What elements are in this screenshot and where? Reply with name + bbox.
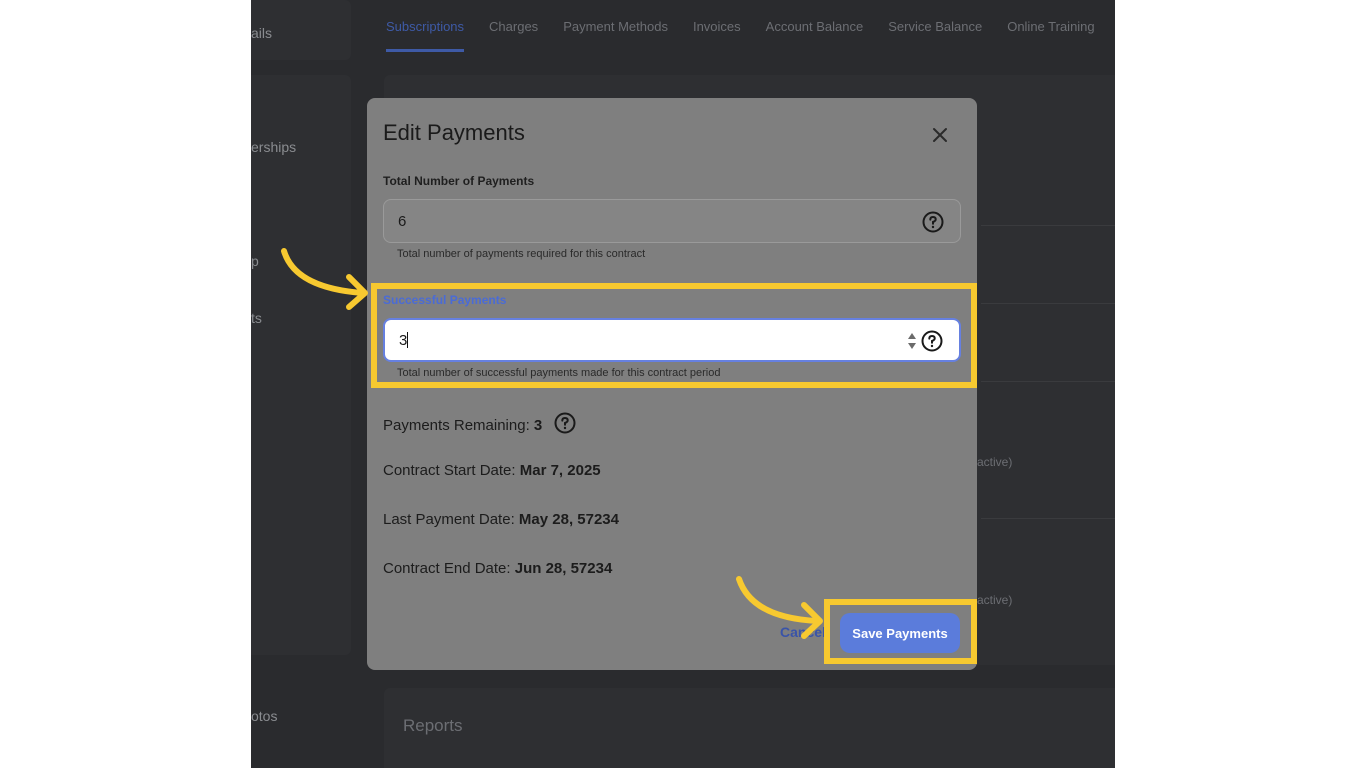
divider	[981, 225, 1115, 226]
contract-end-date: Contract End Date: Jun 28, 57234	[383, 560, 613, 577]
sidebar-item[interactable]: p	[251, 253, 259, 269]
divider	[981, 381, 1115, 382]
divider	[981, 303, 1115, 304]
sidebar: ails erships p ts otos	[251, 0, 361, 768]
tab-invoices[interactable]: Invoices	[693, 0, 741, 52]
arrow-icon	[736, 576, 823, 639]
tab-charges[interactable]: Charges	[489, 0, 538, 52]
reports-card	[384, 688, 1115, 768]
tab-bar: Subscriptions Charges Payment Methods In…	[386, 0, 1095, 55]
sidebar-card	[251, 75, 351, 655]
sidebar-item[interactable]: otos	[251, 708, 277, 724]
status-text: (active)	[973, 593, 1013, 607]
reports-title: Reports	[403, 716, 463, 735]
sidebar-item[interactable]: ails	[251, 25, 272, 41]
total-payments-label: Total Number of Payments	[383, 174, 535, 188]
highlight-box	[824, 599, 977, 664]
total-payments-helper: Total number of payments required for th…	[397, 248, 646, 260]
status-text: (active)	[973, 455, 1013, 469]
arrow-icon	[281, 248, 368, 310]
tab-service-balance[interactable]: Service Balance	[888, 0, 982, 52]
close-icon[interactable]	[929, 124, 951, 146]
highlight-box	[371, 283, 977, 388]
total-payments-value: 6	[398, 213, 407, 230]
modal-title: Edit Payments	[383, 120, 525, 145]
tab-online-training[interactable]: Online Training	[1007, 0, 1094, 52]
sidebar-item[interactable]: erships	[251, 139, 296, 155]
help-icon[interactable]	[554, 412, 576, 434]
total-payments-input[interactable]: 6	[383, 199, 961, 243]
payments-remaining: Payments Remaining: 3	[383, 412, 576, 434]
tab-account-balance[interactable]: Account Balance	[766, 0, 864, 52]
tab-subscriptions[interactable]: Subscriptions	[386, 0, 465, 52]
contract-start-date: Contract Start Date: Mar 7, 2025	[383, 462, 601, 479]
help-icon[interactable]	[922, 211, 944, 233]
tab-payment-methods[interactable]: Payment Methods	[563, 0, 668, 52]
sidebar-item[interactable]: ts	[251, 310, 262, 326]
last-payment-date: Last Payment Date: May 28, 57234	[383, 511, 619, 528]
divider	[981, 518, 1115, 519]
